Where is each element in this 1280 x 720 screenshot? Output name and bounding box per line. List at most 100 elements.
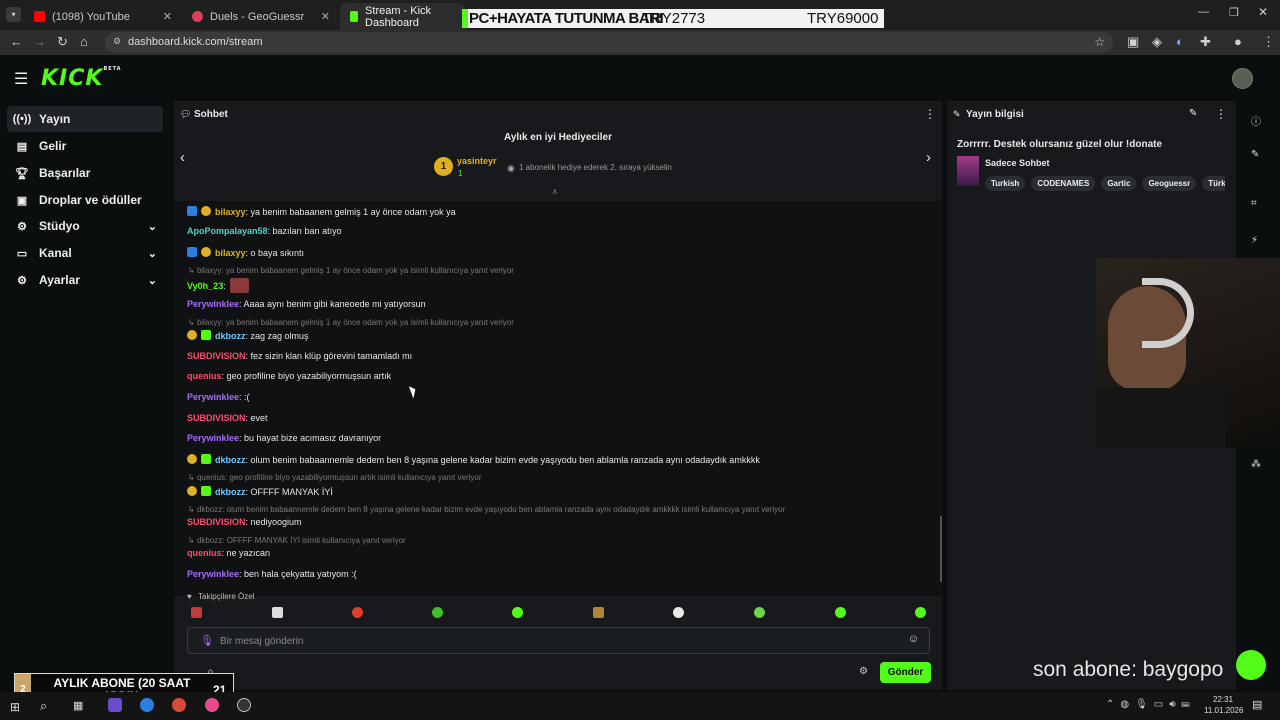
home-icon[interactable]: ⌂ (80, 34, 88, 49)
chat-username[interactable]: bilaxyy (215, 207, 246, 217)
url-text: dashboard.kick.com/stream (128, 36, 263, 48)
tab-youtube[interactable]: (1098) YouTube ✕ (24, 3, 182, 30)
menu-dots-icon[interactable]: ⋮ (1262, 34, 1275, 50)
windows-start-icon[interactable]: ⊞ (10, 700, 20, 714)
crop-icon[interactable]: ⌗ (1251, 198, 1257, 209)
search-icon[interactable]: ⌕ (40, 698, 47, 714)
sidebar-item-ayarlar[interactable]: ⚙ Ayarlar ⌄ (7, 267, 163, 293)
minimize-icon[interactable]: — (1198, 6, 1209, 18)
chat-scrollbar[interactable] (940, 516, 942, 582)
tag[interactable]: CODENAMES (1031, 176, 1096, 191)
chat-username[interactable]: ApoPompalayan58 (187, 226, 268, 236)
chat-menu-icon[interactable]: ⋮ (924, 107, 936, 121)
chat-text: : fez sizin klan klüp görevini tamamladı… (245, 351, 413, 361)
notification-icon[interactable]: ▤ (1252, 698, 1262, 711)
puzzle-icon[interactable]: ✚ (1200, 34, 1211, 50)
profile-icon[interactable]: ● (1234, 34, 1242, 49)
sidebar-item-basarilar[interactable]: 🏆︎ Başarılar (7, 160, 163, 186)
emote-ghost[interactable] (673, 607, 684, 618)
chevron-down-icon[interactable]: ⌄ (148, 247, 157, 260)
hamburger-icon[interactable]: ☰ (14, 69, 28, 89)
emote-green-2[interactable] (512, 607, 523, 618)
sidebar-item-droplar[interactable]: ▣ Droplar ve ödüller (7, 187, 163, 213)
obs-icon[interactable] (237, 698, 251, 712)
forward-icon[interactable]: → (33, 34, 46, 49)
task-view-icon[interactable]: ▦ (73, 699, 83, 712)
close-tab-icon[interactable]: ✕ (163, 10, 172, 23)
sub-badge-icon (201, 247, 211, 257)
emote-box[interactable] (593, 607, 604, 618)
extension-icon[interactable]: ▣ (1127, 34, 1139, 50)
pen-icon[interactable]: ✎ (1251, 149, 1259, 160)
chat-username[interactable]: Vy0h_23 (187, 281, 223, 291)
chat-text: : ne yazıcan (221, 548, 271, 558)
back-icon[interactable]: ← (10, 34, 23, 49)
emote-green-1[interactable] (432, 607, 443, 618)
chat-username[interactable]: quenius (187, 548, 222, 558)
chat-settings-icon[interactable]: ⚙ (859, 666, 868, 677)
chat-username[interactable]: dkbozz (215, 487, 246, 497)
restore-icon[interactable]: ❐ (1229, 6, 1239, 19)
chat-username[interactable]: Perywinklee (187, 569, 239, 579)
send-button[interactable]: Gönder (880, 662, 931, 683)
tag[interactable]: Turkish (985, 176, 1026, 191)
tab-geoguessr[interactable]: Duels - GeoGuessr ✕ (182, 3, 340, 30)
close-window-icon[interactable]: ✕ (1258, 5, 1268, 19)
chevron-left-icon[interactable]: ‹ (180, 149, 185, 166)
nodes-icon[interactable]: ⁂ (1251, 459, 1261, 470)
emote-tomato[interactable] (352, 607, 363, 618)
chat-username[interactable]: SUBDIVISION (187, 351, 246, 361)
sidebar-item-gelir[interactable]: ▤ Gelir (7, 133, 163, 159)
chat-message-input[interactable]: 🎙︎ Bir mesaj gönderin ☺ (187, 627, 930, 654)
tag[interactable]: Gartic (1101, 176, 1137, 191)
info-icon[interactable]: ⓘ (1251, 113, 1261, 128)
bookmark-star-icon[interactable]: ☆ (1094, 35, 1105, 49)
category-name[interactable]: Sadece Sohbet (985, 158, 1050, 168)
emote-cup[interactable] (191, 607, 202, 618)
chat-username[interactable]: dkbozz (215, 455, 246, 465)
gift-badge-icon (201, 454, 211, 464)
chat-username[interactable]: dkbozz (215, 331, 246, 341)
chrome-icon[interactable] (172, 698, 186, 712)
user-avatar[interactable] (1232, 68, 1253, 89)
edit-icon[interactable]: ✎ (1189, 108, 1197, 119)
collapse-icon[interactable]: ⩡ (552, 187, 558, 198)
tag[interactable]: Geoguessr (1142, 176, 1197, 191)
tab-search-icon[interactable]: ▾ (6, 7, 21, 22)
chevron-down-icon[interactable]: ⌄ (148, 274, 157, 287)
info-menu-icon[interactable]: ⋮ (1215, 107, 1227, 121)
chat-username[interactable]: quenius (187, 371, 222, 381)
emote-green-5[interactable] (915, 607, 926, 618)
reload-icon[interactable]: ↻ (57, 34, 68, 50)
emote-green-4[interactable] (835, 607, 846, 618)
sidebar-item-studyo[interactable]: ⚙ Stüdyo ⌄ (7, 213, 163, 239)
close-tab-icon[interactable]: ✕ (321, 10, 330, 23)
chevron-right-icon[interactable]: › (926, 149, 931, 166)
url-field[interactable]: ⚙ dashboard.kick.com/stream ☆ (105, 32, 1113, 53)
chat-username[interactable]: Perywinklee (187, 299, 239, 309)
emoji-icon[interactable]: ☺ (908, 633, 919, 645)
sidebar-item-kanal[interactable]: ▭ Kanal ⌄ (7, 240, 163, 266)
chevron-down-icon[interactable]: ⌄ (148, 220, 157, 233)
bolt-icon[interactable]: ⚡︎ (1251, 235, 1258, 246)
microphone-icon[interactable]: 🎙︎ (200, 634, 214, 647)
emote-green-3[interactable] (754, 607, 765, 618)
chat-username[interactable]: Perywinklee (187, 392, 239, 402)
shield-icon[interactable]: ◈ (1152, 34, 1162, 50)
app-icon-1[interactable] (108, 698, 122, 712)
sidebar-item-yayin[interactable]: ((•)) Yayın (7, 106, 163, 132)
chat-username[interactable]: Perywinklee (187, 433, 239, 443)
translate-icon[interactable]: ◐ (1176, 34, 1184, 49)
studio-icon: ⚙ (17, 220, 27, 233)
chat-username[interactable]: SUBDIVISION (187, 517, 246, 527)
emote-glass[interactable] (272, 607, 283, 618)
app-icon-2[interactable] (140, 698, 154, 712)
chat-username[interactable]: bilaxyy (215, 248, 246, 258)
tray-icons[interactable]: ⌃◍🎙︎▭🔊︎⌨︎ (1106, 699, 1196, 710)
chat-username[interactable]: SUBDIVISION (187, 413, 246, 423)
site-info-icon[interactable]: ⚙ (113, 36, 121, 47)
app-icon-4[interactable] (205, 698, 219, 712)
kick-logo[interactable]: KICKBETA (41, 66, 122, 91)
tab-kick-dashboard[interactable]: Stream - Kick Dashboard (340, 3, 465, 30)
tag[interactable]: Türkçe (1202, 176, 1225, 191)
